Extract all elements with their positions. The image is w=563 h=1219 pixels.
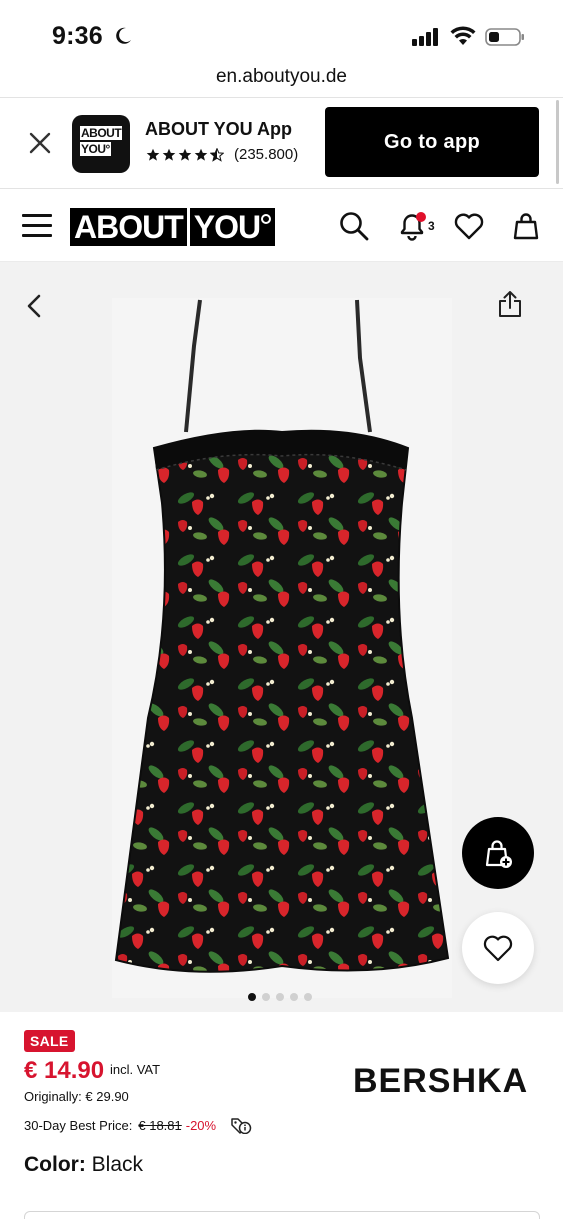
- bag-plus-icon: [485, 840, 512, 868]
- shopping-bag-icon[interactable]: [510, 210, 542, 242]
- star-icon: [162, 148, 176, 161]
- status-time: 9:36: [52, 22, 103, 50]
- battery-icon: [485, 28, 524, 46]
- sale-badge: SALE: [24, 1030, 75, 1052]
- color-label: Color:: [24, 1153, 86, 1176]
- heart-icon: [483, 935, 513, 962]
- product-image-dress[interactable]: [112, 298, 452, 998]
- pagination-dot[interactable]: [262, 993, 270, 1001]
- add-to-wishlist-button[interactable]: [462, 912, 534, 984]
- wishlist-heart-icon[interactable]: [453, 210, 485, 242]
- share-icon[interactable]: [497, 289, 523, 319]
- cellular-signal-icon: [412, 28, 438, 46]
- about-you-logo[interactable]: ABOUT YOU: [70, 208, 276, 246]
- current-price: € 14.90: [24, 1057, 105, 1084]
- app-name: ABOUT YOU App: [145, 119, 292, 139]
- menu-icon[interactable]: [22, 214, 52, 238]
- half-star-icon: [210, 147, 224, 162]
- app-logo-line2: YOU°: [80, 142, 111, 156]
- pagination-dot[interactable]: [290, 993, 298, 1001]
- moon-icon: [116, 27, 131, 44]
- status-bar: 9:36: [0, 0, 563, 62]
- go-to-app-button[interactable]: Go to app: [325, 107, 539, 177]
- price-info-icon[interactable]: [230, 1116, 252, 1134]
- size-selector-card[interactable]: [24, 1211, 540, 1219]
- color-value: Black: [91, 1153, 144, 1176]
- chevron-left-icon[interactable]: [22, 292, 46, 320]
- product-gallery[interactable]: [0, 262, 563, 1012]
- notification-count: 3: [428, 219, 435, 233]
- best-price-label: 30-Day Best Price:: [24, 1117, 133, 1133]
- notification-dot: [416, 212, 426, 222]
- rating-count: (235.800): [234, 146, 299, 163]
- pagination-dot[interactable]: [276, 993, 284, 1001]
- logo-word-you: YOU: [189, 208, 276, 246]
- app-rating: (235.800): [146, 146, 298, 163]
- best-price-discount: -20%: [185, 1117, 217, 1133]
- star-icon: [146, 148, 160, 161]
- site-header: ABOUT YOU: [0, 190, 563, 262]
- best-price-value: € 18.81: [138, 1117, 182, 1133]
- original-price: Originally: € 29.90: [24, 1089, 129, 1104]
- rating-stars: [146, 147, 224, 162]
- brand-name[interactable]: BERSHKA: [353, 1062, 528, 1101]
- pagination-dot[interactable]: [248, 993, 256, 1001]
- star-icon: [194, 148, 208, 161]
- vat-note: incl. VAT: [110, 1062, 161, 1077]
- app-install-banner: ABOUT YOU° ABOUT YOU App (235.800) Go to…: [0, 97, 563, 189]
- close-icon[interactable]: [28, 131, 52, 155]
- app-logo-line1: ABOUT: [80, 126, 123, 140]
- app-logo: ABOUT YOU°: [72, 115, 130, 173]
- add-to-cart-button[interactable]: [462, 817, 534, 889]
- wifi-icon: [450, 26, 476, 45]
- gallery-pagination[interactable]: [248, 993, 312, 1001]
- logo-word-about: ABOUT: [70, 208, 187, 246]
- page-scrollbar[interactable]: [556, 100, 559, 184]
- browser-url-bar[interactable]: en.aboutyou.de: [0, 62, 563, 96]
- best-price-row: 30-Day Best Price: € 18.81 -20%: [24, 1116, 252, 1134]
- pagination-dot[interactable]: [304, 993, 312, 1001]
- star-icon: [178, 148, 192, 161]
- color-selection: Color: Black: [24, 1153, 143, 1177]
- search-icon[interactable]: [338, 210, 370, 242]
